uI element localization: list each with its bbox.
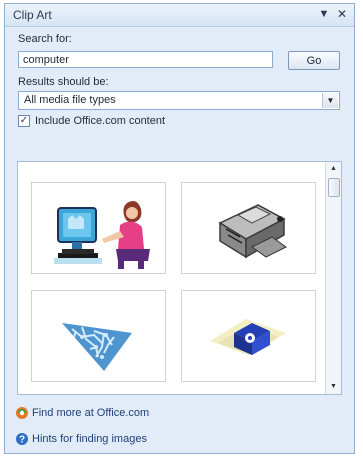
find-more-link[interactable]: Find more at Office.com: [32, 407, 149, 419]
clip-art-pane: Clip Art ▼ ✕ Search for: Go Results shou…: [4, 3, 355, 454]
triangle-down-icon[interactable]: ▼: [316, 6, 332, 22]
include-office-checkbox[interactable]: ✓: [18, 115, 30, 127]
clipart-gallery: ▲ ▼: [17, 161, 342, 395]
go-button[interactable]: Go: [288, 51, 340, 70]
person-at-computer-clipart[interactable]: [31, 182, 166, 274]
search-input[interactable]: [18, 51, 273, 68]
computer-hardware-clipart[interactable]: [181, 182, 316, 274]
scroll-up-icon[interactable]: ▲: [326, 162, 341, 176]
media-type-value: All media file types: [24, 94, 116, 106]
hints-link[interactable]: Hints for finding images: [32, 433, 147, 445]
scrollbar-thumb[interactable]: [328, 178, 340, 197]
person-at-computer-clipart-image: [54, 201, 150, 269]
svg-text:?: ?: [19, 435, 25, 446]
help-icon: ?: [16, 433, 28, 446]
computer-hardware-clipart-image: [218, 204, 287, 259]
floppy-disk-clipart[interactable]: [181, 290, 316, 382]
results-label: Results should be:: [18, 76, 109, 88]
pane-titlebar: Clip Art ▼ ✕: [5, 4, 354, 27]
circuit-triangle-clipart-image: [62, 323, 132, 371]
scroll-down-icon[interactable]: ▼: [326, 380, 341, 394]
floppy-disk-clipart-image: [210, 319, 286, 355]
gallery-scrollbar[interactable]: ▲ ▼: [325, 162, 341, 394]
office-online-icon: [16, 407, 28, 419]
circuit-triangle-clipart[interactable]: [31, 290, 166, 382]
search-label: Search for:: [18, 33, 72, 45]
close-icon[interactable]: ✕: [334, 6, 350, 22]
chevron-down-icon[interactable]: ▼: [322, 93, 338, 108]
include-office-label[interactable]: Include Office.com content: [35, 115, 165, 127]
media-type-select[interactable]: All media file types ▼: [18, 91, 340, 110]
pane-title: Clip Art: [13, 8, 52, 22]
